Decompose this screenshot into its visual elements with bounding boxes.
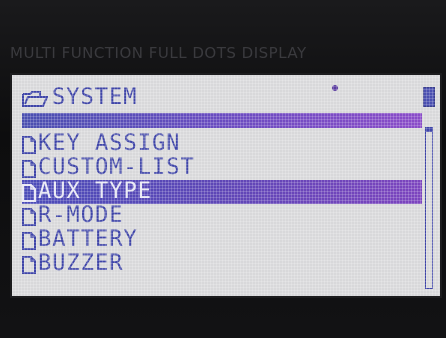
file-icon [22, 255, 36, 274]
file-icon [22, 183, 36, 202]
file-icon [22, 231, 36, 250]
menu-header: SYSTEM [22, 85, 422, 111]
menu-item[interactable]: R-MODE [22, 204, 422, 228]
menu-item-label: BATTERY [38, 227, 138, 252]
bezel-label: MULTI FUNCTION FULL DOTS DISPLAY [10, 44, 307, 62]
lcd-screen: SYSTEM KEY ASSIGN CUSTOM-LIST AUX TYPE R-MO… [10, 73, 442, 298]
system-menu: SYSTEM KEY ASSIGN CUSTOM-LIST AUX TYPE R-MO… [22, 85, 422, 276]
menu-item[interactable]: CUSTOM-LIST [22, 156, 422, 180]
menu-item-label: R-MODE [38, 203, 124, 228]
file-icon [22, 135, 36, 154]
folder-icon [22, 90, 48, 107]
menu-item-label: BUZZER [38, 251, 124, 276]
file-icon [22, 207, 36, 226]
header-divider-bar [22, 113, 422, 128]
menu-item-label: KEY ASSIGN [38, 131, 181, 156]
file-icon [22, 159, 36, 178]
menu-item[interactable]: BUZZER [22, 252, 422, 276]
menu-item-label: AUX TYPE [38, 179, 152, 204]
scroll-thumb[interactable] [426, 128, 432, 132]
scrollbar[interactable] [423, 87, 435, 292]
battery-icon [423, 87, 435, 107]
menu-item[interactable]: AUX TYPE [22, 180, 422, 204]
device-body: MULTI FUNCTION FULL DOTS DISPLAY SYSTEM … [0, 0, 446, 338]
menu-item[interactable]: BATTERY [22, 228, 422, 252]
scroll-track[interactable] [425, 127, 433, 289]
menu-title: SYSTEM [52, 85, 138, 110]
menu-item-label: CUSTOM-LIST [38, 155, 195, 180]
menu-item[interactable]: KEY ASSIGN [22, 132, 422, 156]
